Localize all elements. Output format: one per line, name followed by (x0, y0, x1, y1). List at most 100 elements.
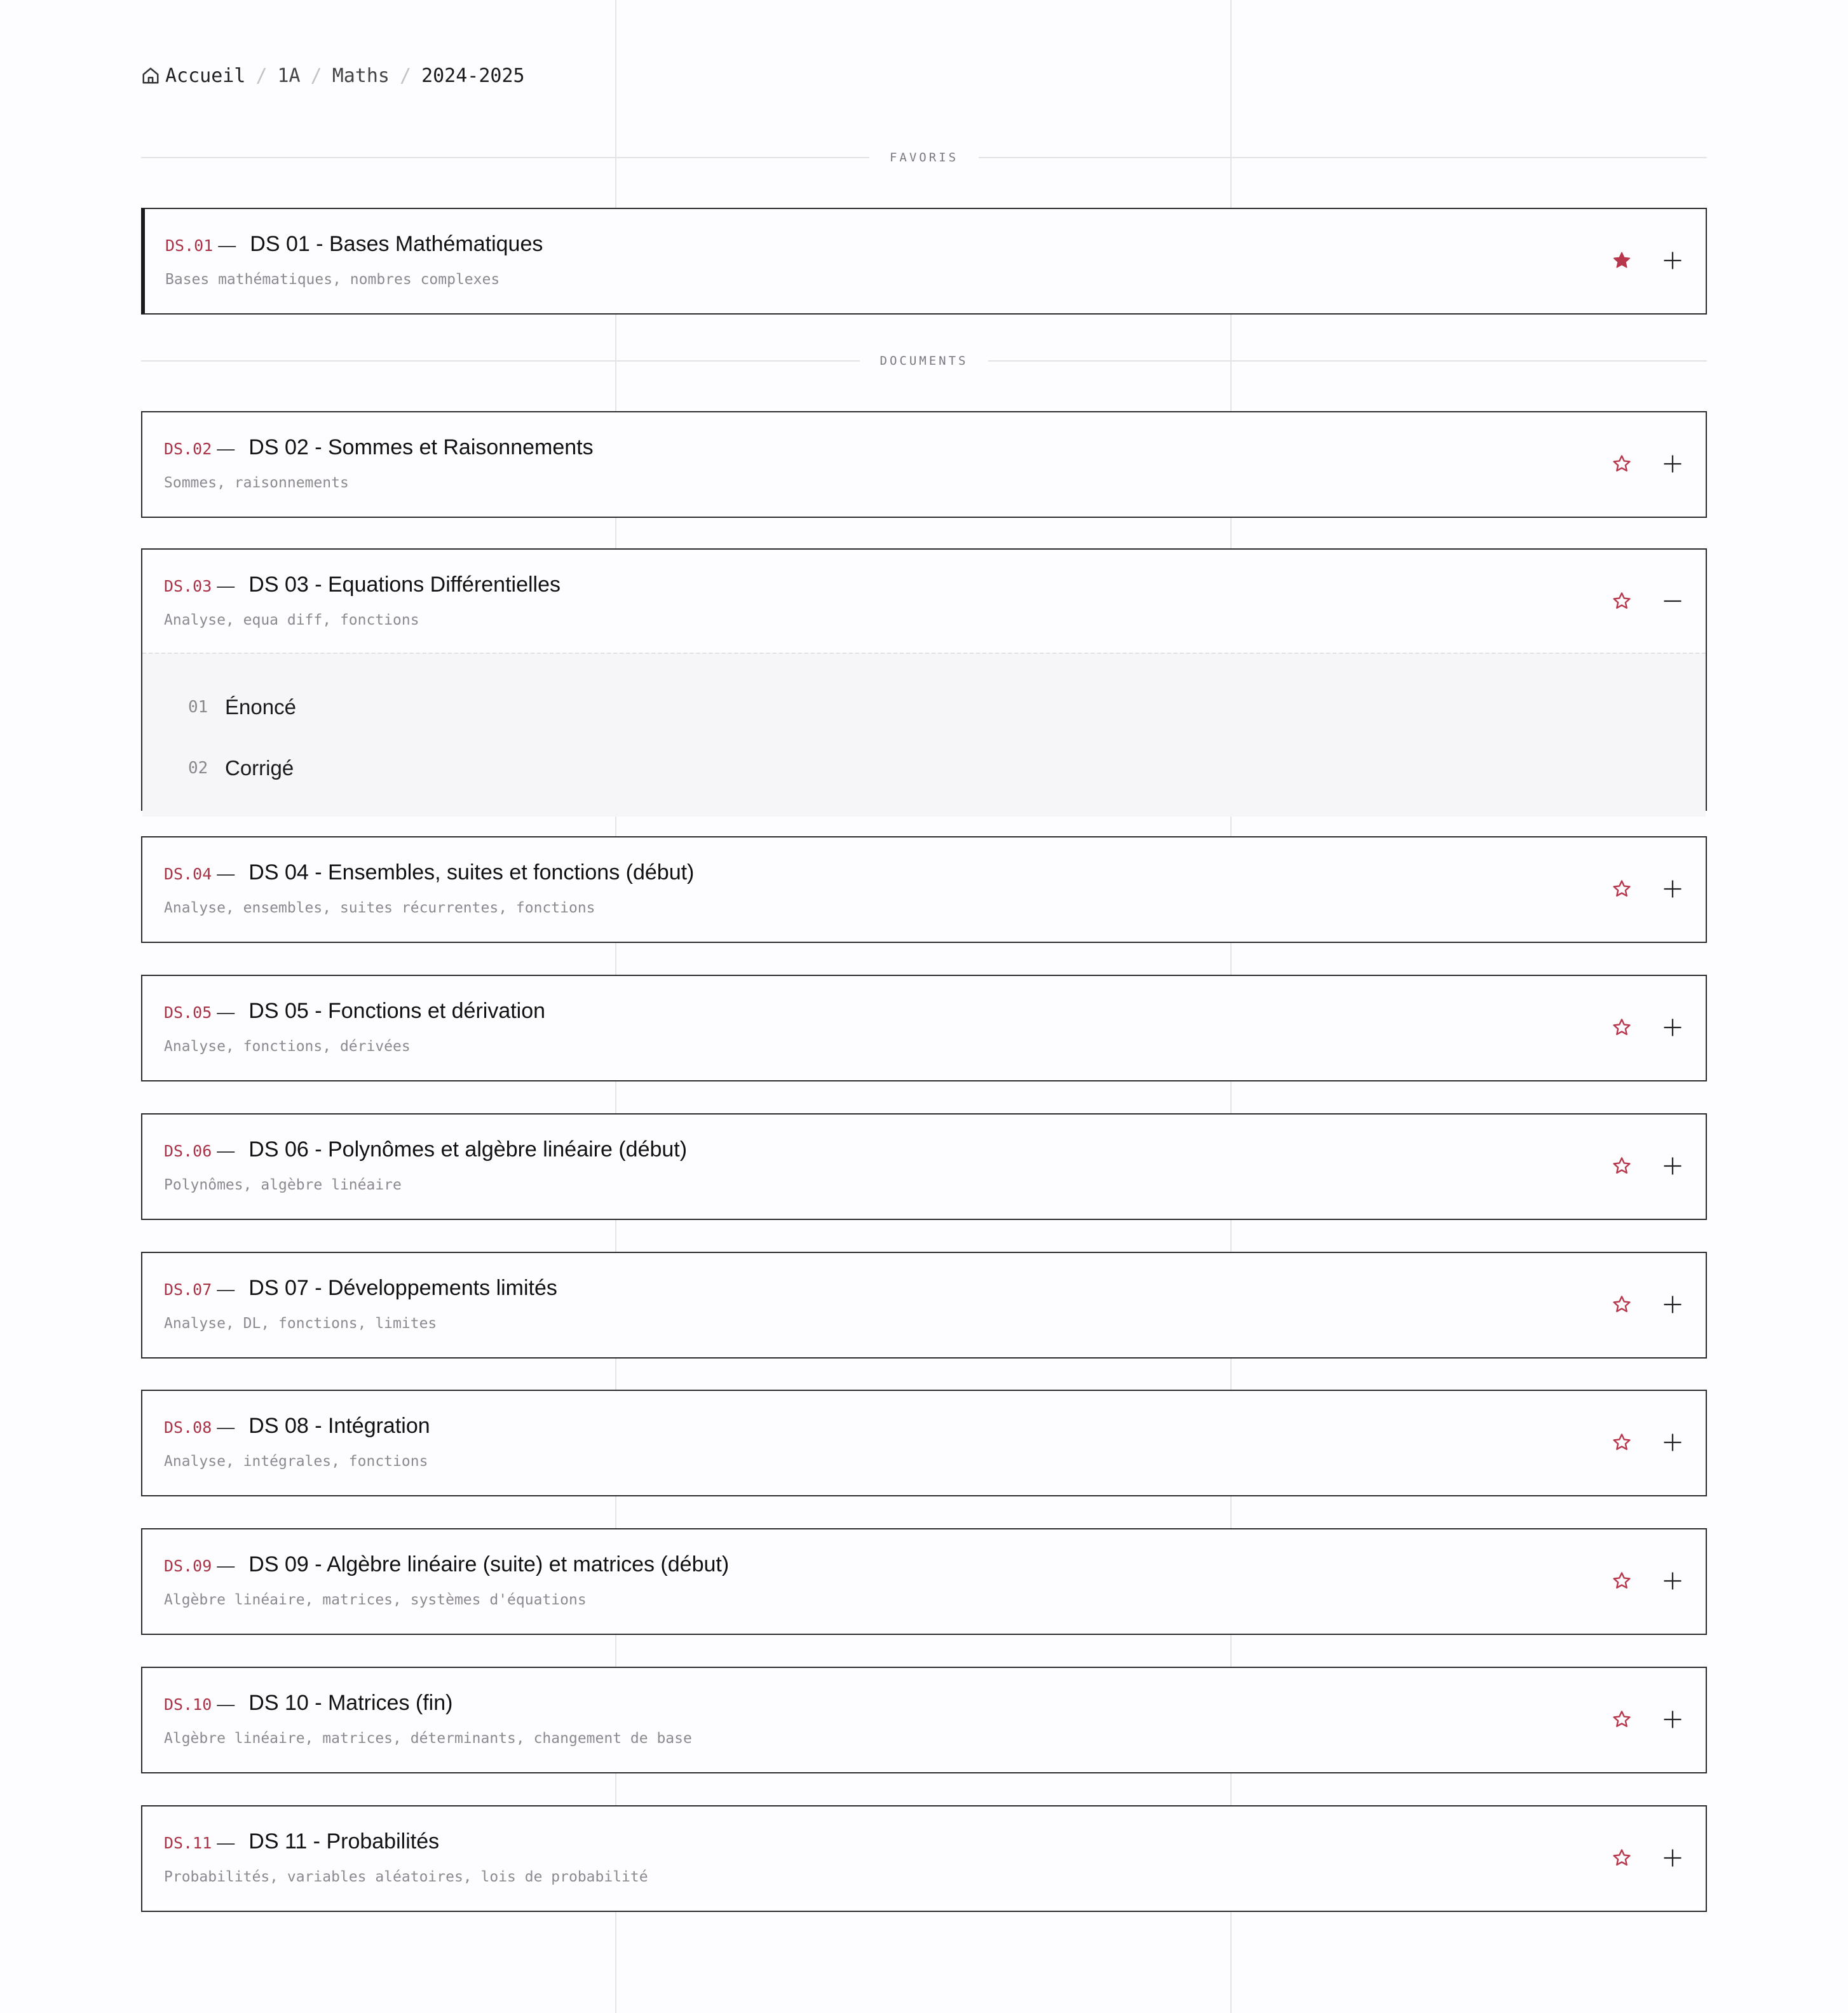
card-title: DS 05 - Fonctions et dérivation (248, 999, 546, 1023)
divider-rule (141, 157, 869, 158)
star-outline-icon[interactable] (1608, 1291, 1636, 1318)
card-header[interactable]: DS.11 — DS 11 - Probabilités Probabilité… (142, 1806, 1706, 1909)
card-code: DS.03 (164, 577, 212, 595)
card-actions (1608, 1291, 1687, 1318)
plus-icon[interactable] (1659, 1567, 1687, 1595)
star-filled-icon[interactable] (1608, 247, 1636, 274)
breadcrumb-item-year[interactable]: 1A (278, 65, 301, 87)
card-title: DS 02 - Sommes et Raisonnements (248, 435, 594, 459)
card-actions (1608, 1428, 1687, 1456)
card-tags: Analyse, equa diff, fonctions (164, 612, 419, 628)
file-item-corrige[interactable]: 02 Corrigé (142, 738, 1706, 799)
plus-icon[interactable] (1659, 247, 1687, 274)
card-code: DS.11 (164, 1834, 212, 1852)
card-dash: — (217, 1417, 235, 1437)
card-header[interactable]: DS.04 — DS 04 - Ensembles, suites et fon… (142, 837, 1706, 940)
card-header[interactable]: DS.01 — DS 01 - Bases Mathématiques Base… (145, 209, 1706, 312)
card-code: DS.02 (164, 440, 212, 458)
card-title-row: DS.01 — DS 01 - Bases Mathématiques (165, 232, 543, 257)
document-card-ds05[interactable]: DS.05 — DS 05 - Fonctions et dérivation … (141, 975, 1707, 1081)
document-card-ds09[interactable]: DS.09 — DS 09 - Algèbre linéaire (suite)… (141, 1528, 1707, 1635)
star-outline-icon[interactable] (1608, 1705, 1636, 1733)
card-header[interactable]: DS.06 — DS 06 - Polynômes et algèbre lin… (142, 1115, 1706, 1217)
card-header[interactable]: DS.09 — DS 09 - Algèbre linéaire (suite)… (142, 1529, 1706, 1632)
card-dash: — (217, 576, 235, 595)
plus-icon[interactable] (1659, 1705, 1687, 1733)
card-title: DS 11 - Probabilités (248, 1829, 440, 1854)
card-tags: Sommes, raisonnements (164, 475, 349, 491)
card-actions (1608, 247, 1687, 274)
home-icon[interactable] (141, 66, 160, 85)
plus-icon[interactable] (1659, 450, 1687, 478)
star-outline-icon[interactable] (1608, 875, 1636, 903)
document-card-ds04[interactable]: DS.04 — DS 04 - Ensembles, suites et fon… (141, 836, 1707, 943)
star-outline-icon[interactable] (1608, 1013, 1636, 1041)
card-title: DS 08 - Intégration (248, 1414, 430, 1438)
document-files-panel: 01 Énoncé 02 Corrigé (142, 653, 1706, 817)
breadcrumb-item-home[interactable]: Accueil (165, 65, 245, 87)
plus-icon[interactable] (1659, 1152, 1687, 1180)
card-dash: — (217, 1141, 235, 1160)
card-title-row: DS.05 — DS 05 - Fonctions et dérivation (164, 999, 545, 1024)
card-actions (1608, 1152, 1687, 1180)
card-title-row: DS.09 — DS 09 - Algèbre linéaire (suite)… (164, 1552, 729, 1577)
star-outline-icon[interactable] (1608, 1844, 1636, 1872)
card-title-row: DS.02 — DS 02 - Sommes et Raisonnements (164, 435, 594, 460)
card-header[interactable]: DS.07 — DS 07 - Développements limités A… (142, 1253, 1706, 1356)
file-label: Corrigé (225, 756, 294, 780)
card-dash: — (217, 1279, 235, 1299)
card-dash: — (218, 235, 236, 255)
document-card-ds10[interactable]: DS.10 — DS 10 - Matrices (fin) Algèbre l… (141, 1667, 1707, 1773)
document-card-ds11[interactable]: DS.11 — DS 11 - Probabilités Probabilité… (141, 1805, 1707, 1912)
star-outline-icon[interactable] (1608, 1428, 1636, 1456)
document-card-ds07[interactable]: DS.07 — DS 07 - Développements limités A… (141, 1252, 1707, 1359)
card-code: DS.10 (164, 1695, 212, 1714)
document-card-ds08[interactable]: DS.08 — DS 08 - Intégration Analyse, int… (141, 1390, 1707, 1496)
card-code: DS.06 (164, 1142, 212, 1160)
star-outline-icon[interactable] (1608, 1567, 1636, 1595)
card-code: DS.08 (164, 1418, 212, 1437)
card-title: DS 06 - Polynômes et algèbre linéaire (d… (248, 1137, 688, 1162)
card-actions (1608, 1013, 1687, 1041)
documents-section-label: DOCUMENTS (859, 354, 989, 368)
file-item-enonce[interactable]: 01 Énoncé (142, 677, 1706, 738)
minus-icon[interactable] (1659, 587, 1687, 615)
card-tags: Probabilités, variables aléatoires, lois… (164, 1869, 648, 1885)
card-tags: Analyse, DL, fonctions, limites (164, 1315, 437, 1332)
breadcrumb-item-current: 2024-2025 (421, 64, 525, 87)
plus-icon[interactable] (1659, 1428, 1687, 1456)
card-tags: Bases mathématiques, nombres complexes (165, 271, 500, 288)
card-title-row: DS.03 — DS 03 - Equations Différentielle… (164, 573, 561, 597)
card-title: DS 03 - Equations Différentielles (248, 573, 561, 597)
plus-icon[interactable] (1659, 1013, 1687, 1041)
favorites-divider: FAVORIS (141, 148, 1708, 167)
card-header[interactable]: DS.05 — DS 05 - Fonctions et dérivation … (142, 976, 1706, 1079)
card-header[interactable]: DS.03 — DS 03 - Equations Différentielle… (142, 550, 1706, 653)
breadcrumb-item-subject[interactable]: Maths (332, 65, 390, 87)
card-tags: Algèbre linéaire, matrices, déterminants… (164, 1730, 692, 1747)
card-title-row: DS.08 — DS 08 - Intégration (164, 1414, 430, 1439)
breadcrumb-separator: / (400, 64, 412, 87)
breadcrumb-separator: / (255, 64, 268, 87)
card-tags: Analyse, fonctions, dérivées (164, 1038, 411, 1055)
document-card-ds03[interactable]: DS.03 — DS 03 - Equations Différentielle… (141, 548, 1707, 817)
plus-icon[interactable] (1659, 875, 1687, 903)
document-card-ds06[interactable]: DS.06 — DS 06 - Polynômes et algèbre lin… (141, 1113, 1707, 1220)
favorite-card-ds01[interactable]: DS.01 — DS 01 - Bases Mathématiques Base… (141, 208, 1707, 315)
card-dash: — (217, 438, 235, 458)
plus-icon[interactable] (1659, 1291, 1687, 1318)
card-header[interactable]: DS.10 — DS 10 - Matrices (fin) Algèbre l… (142, 1668, 1706, 1771)
breadcrumb-separator: / (310, 64, 322, 87)
breadcrumb: Accueil / 1A / Maths / 2024-2025 (141, 60, 525, 92)
card-header[interactable]: DS.08 — DS 08 - Intégration Analyse, int… (142, 1391, 1706, 1494)
card-header[interactable]: DS.02 — DS 02 - Sommes et Raisonnements … (142, 412, 1706, 515)
document-card-ds02[interactable]: DS.02 — DS 02 - Sommes et Raisonnements … (141, 411, 1707, 518)
star-outline-icon[interactable] (1608, 587, 1636, 615)
star-outline-icon[interactable] (1608, 450, 1636, 478)
card-title: DS 07 - Développements limités (248, 1276, 557, 1300)
card-code: DS.05 (164, 1003, 212, 1022)
star-outline-icon[interactable] (1608, 1152, 1636, 1180)
plus-icon[interactable] (1659, 1844, 1687, 1872)
documents-divider: DOCUMENTS (141, 351, 1708, 370)
card-tags: Polynômes, algèbre linéaire (164, 1177, 402, 1193)
